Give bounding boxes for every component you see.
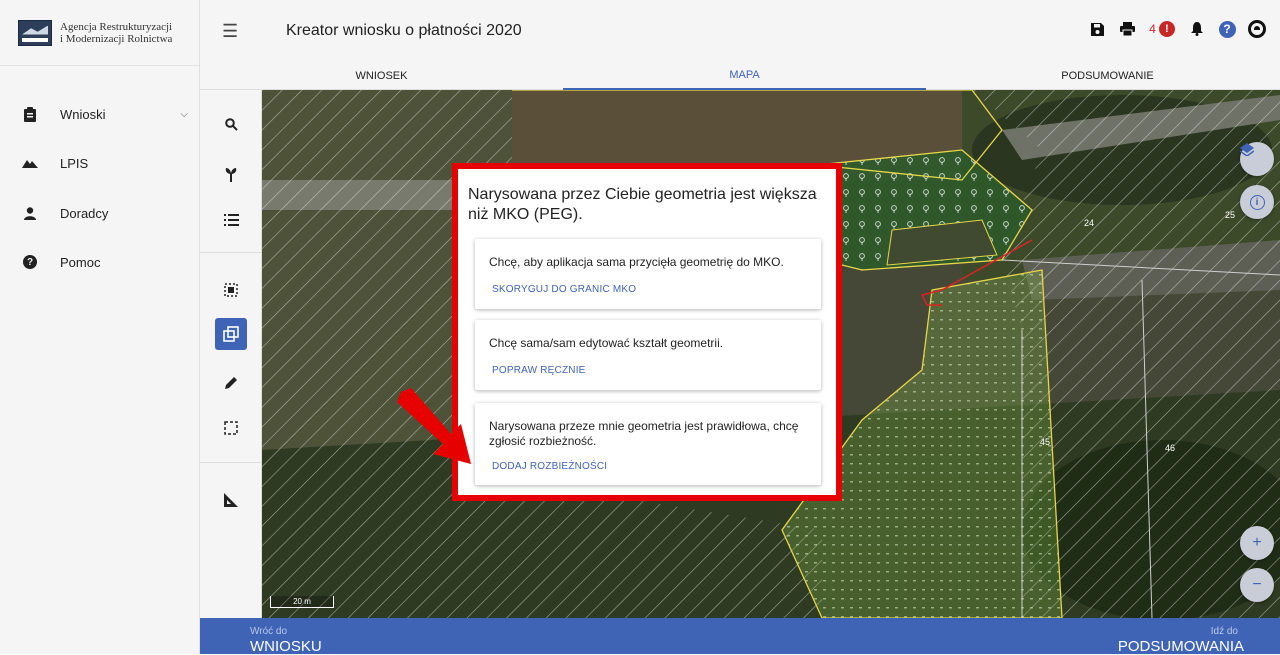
tab-wniosek[interactable]: WNIOSEK <box>200 62 563 90</box>
sidebar-item-label: Pomoc <box>60 254 101 270</box>
parcel-label: 46 <box>1165 443 1176 453</box>
sidebar-item-wnioski[interactable]: Wnioski ⌵ <box>0 96 200 132</box>
sidebar-item-pomoc[interactable]: ? Pomoc <box>0 244 200 280</box>
account-icon <box>1248 20 1266 38</box>
option-text: Chcę sama/sam edytować kształt geometrii… <box>489 336 724 350</box>
search-icon[interactable] <box>215 108 247 140</box>
draw-rectangle-icon[interactable] <box>215 412 247 444</box>
parcel-label: 25 <box>1225 210 1236 220</box>
layers-icon[interactable] <box>1240 142 1274 176</box>
plant-icon[interactable] <box>215 158 247 190</box>
sidebar-item-label: Doradcy <box>60 205 109 221</box>
add-discrepancy-button[interactable]: DODAJ ROZBIEŻNOŚCI <box>492 461 607 472</box>
option-text: Chcę, aby aplikacja sama przycięła geome… <box>489 255 784 269</box>
header-actions: 4 ! ? <box>1082 18 1272 40</box>
parcel-label: 45 <box>1040 437 1051 447</box>
sidebar-item-label: Wnioski <box>60 106 106 122</box>
tab-podsumowanie[interactable]: PODSUMOWANIE <box>926 62 1280 90</box>
option-card-edit: Chcę sama/sam edytować kształt geometrii… <box>475 320 821 390</box>
bell-icon[interactable] <box>1182 18 1212 40</box>
alerts-count: 4 <box>1149 22 1156 36</box>
help-icon: ? <box>0 255 60 269</box>
go-to-summary-link[interactable]: PODSUMOWANIA <box>1118 638 1244 655</box>
mountain-icon <box>0 158 60 168</box>
map-toolbar <box>200 90 262 618</box>
brand-text: Agencja Restrukturyzacji i Modernizacji … <box>60 21 172 45</box>
option-text: Narysowana przeze mnie geometria jest pr… <box>489 419 799 448</box>
brand[interactable]: Agencja Restrukturyzacji i Modernizacji … <box>0 0 199 66</box>
back-caption: Wróć do <box>250 626 288 637</box>
red-arrow-icon <box>397 388 471 464</box>
toolbar-divider <box>200 462 262 463</box>
tab-bar: WNIOSEK MAPA PODSUMOWANIE <box>200 62 1280 90</box>
menu-icon[interactable]: ☰ <box>222 21 238 42</box>
scale-bar: 20 m <box>270 596 334 608</box>
alert-icon: ! <box>1158 21 1175 37</box>
back-to-application-link[interactable]: WNIOSKU <box>250 638 322 655</box>
alerts-button[interactable]: 4 ! <box>1142 18 1182 40</box>
option-card-discrepancy: Narysowana przeze mnie geometria jest pr… <box>475 403 821 485</box>
help-circle-icon: ? <box>1218 20 1236 38</box>
zoom-out-icon[interactable]: − <box>1240 568 1274 602</box>
brand-line-2: i Modernizacji Rolnictwa <box>60 32 173 45</box>
tab-mapa[interactable]: MAPA <box>563 62 926 90</box>
footer-nav: Wróć do WNIOSKU Idź do PODSUMOWANIA <box>200 618 1280 655</box>
option-card-trim: Chcę, aby aplikacja sama przycięła geome… <box>475 239 821 309</box>
geometry-dialog: Narysowana przez Ciebie geometria jest w… <box>452 163 842 501</box>
toolbar-divider <box>200 252 262 253</box>
sidebar-item-doradcy[interactable]: Doradcy <box>0 195 200 231</box>
chevron-down-icon[interactable]: ⌵ <box>180 109 188 120</box>
print-icon[interactable] <box>1112 18 1142 40</box>
info-icon[interactable]: i <box>1240 185 1274 219</box>
fix-manually-button[interactable]: POPRAW RĘCZNIE <box>492 365 586 376</box>
trim-to-mko-button[interactable]: SKORYGUJ DO GRANIC MKO <box>492 284 636 295</box>
sidebar: Agencja Restrukturyzacji i Modernizacji … <box>0 0 200 654</box>
save-icon[interactable] <box>1082 18 1112 40</box>
person-icon <box>0 206 60 220</box>
copy-geometry-icon[interactable] <box>215 318 247 350</box>
select-area-icon[interactable] <box>215 274 247 306</box>
next-caption: Idź do <box>1210 626 1238 637</box>
clipboard-icon <box>0 106 60 122</box>
dialog-title: Narysowana przez Ciebie geometria jest w… <box>468 186 817 223</box>
zoom-in-icon[interactable]: + <box>1240 526 1274 560</box>
page-title: Kreator wniosku o płatności 2020 <box>286 22 522 39</box>
sidebar-item-label: LPIS <box>60 155 89 171</box>
measure-icon[interactable] <box>215 484 247 516</box>
arimr-logo <box>18 19 52 46</box>
parcel-label: 24 <box>1084 218 1095 228</box>
brand-line-1: Agencja Restrukturyzacji <box>60 20 173 33</box>
help-button[interactable]: ? <box>1212 18 1242 40</box>
list-icon[interactable] <box>215 204 247 236</box>
pencil-icon[interactable] <box>215 366 247 398</box>
account-button[interactable] <box>1242 18 1272 40</box>
sidebar-item-lpis[interactable]: LPIS <box>0 145 200 181</box>
app-header: ☰ Kreator wniosku o płatności 2020 4 ! ? <box>200 0 1280 62</box>
